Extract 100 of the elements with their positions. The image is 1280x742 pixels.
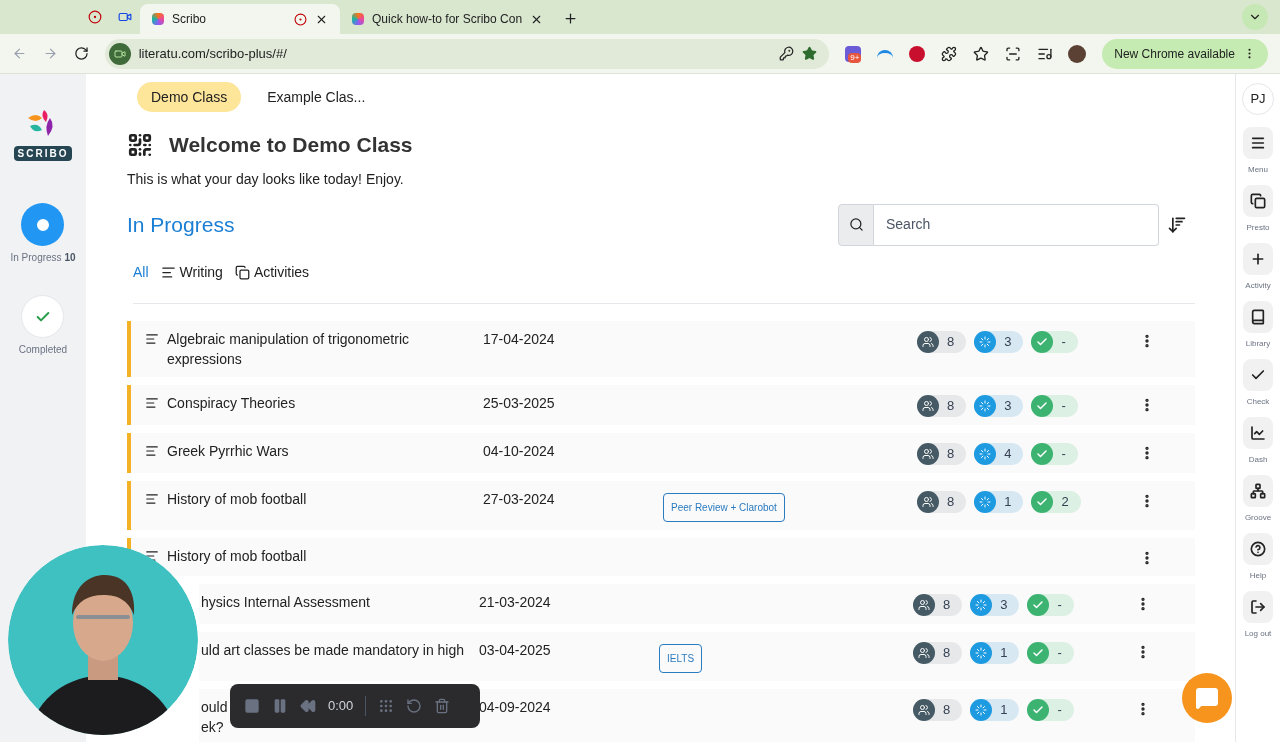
in-progress-pill: 3 [974, 394, 1024, 417]
lines-icon [145, 491, 159, 506]
search-field[interactable]: Search [874, 203, 1159, 246]
in-progress-pill: 1 [970, 698, 1020, 721]
assignment-row[interactable]: hysics Internal Assessment 21-03-2024 8 3 - [199, 583, 1195, 624]
nav-button[interactable] [21, 203, 65, 246]
students-icon [913, 698, 935, 721]
record-icon [294, 12, 307, 26]
students-icon [917, 330, 939, 353]
students-icon [917, 490, 939, 513]
completed-icon [1031, 394, 1054, 417]
in-progress-pill: 4 [974, 442, 1024, 465]
stop-icon[interactable] [244, 698, 260, 714]
book-icon [1250, 309, 1266, 325]
assignment-row[interactable]: Algebraic manipulation of trigonometric expressions 17-04-2024 8 3 - [127, 320, 1195, 377]
in-progress-icon [974, 394, 997, 417]
students-icon [917, 394, 939, 417]
completed-pill: - [1027, 698, 1074, 721]
in-progress-pill: 3 [974, 330, 1024, 353]
students-icon [917, 442, 939, 465]
profile-avatar[interactable] [1068, 44, 1087, 63]
completed-pill: - [1027, 593, 1074, 616]
assignment-row[interactable]: Conspiracy Theories 25-03-2025 8 3 - [127, 384, 1195, 425]
completed-pill: - [1031, 442, 1078, 465]
completed-icon [1027, 698, 1050, 721]
grid-icon[interactable] [378, 698, 395, 714]
recording-time: 0:00 [328, 697, 354, 716]
qr-code-icon[interactable] [127, 131, 153, 158]
students-pill: 8 [913, 698, 963, 721]
app-logo-icon [352, 13, 364, 25]
key-icon[interactable] [779, 46, 795, 61]
extension-icon[interactable]: 9+ [845, 45, 862, 62]
students-pill: 8 [917, 330, 967, 353]
page-subtitle: This is what your day looks like today! Enjoy. [127, 169, 405, 189]
assignment-title: History of mob football [167, 546, 307, 566]
lines-icon [160, 264, 176, 280]
lens-icon[interactable] [1004, 45, 1021, 62]
record-icon[interactable] [88, 10, 102, 24]
browser-tab[interactable]: Quick how-to for Scribo Con [340, 4, 556, 34]
assignment-row[interactable]: uld art classes be made mandatory in high 03-04-2025 IELTS 8 1 - [199, 631, 1195, 681]
copy-icon [1250, 193, 1266, 209]
completed-icon [1031, 490, 1054, 513]
students-pill: 8 [913, 641, 963, 664]
rewind-icon[interactable] [300, 698, 316, 714]
star-icon[interactable] [802, 46, 818, 61]
new-tab-icon[interactable] [563, 11, 579, 26]
assignment-title: Greek Pyrrhic Wars [167, 441, 289, 461]
lines-icon [145, 443, 159, 458]
browser-tab[interactable]: Scribo [140, 4, 340, 34]
due-date: 03-04-2025 [479, 641, 551, 658]
assignment-row[interactable]: Greek Pyrrhic Wars 04-10-2024 8 4 - [127, 432, 1195, 473]
due-date: 04-10-2024 [483, 442, 555, 459]
students-pill: 8 [917, 442, 967, 465]
plus-icon [1250, 251, 1266, 267]
lines-icon [145, 331, 159, 346]
completed-pill: - [1031, 394, 1078, 417]
reload-icon[interactable] [73, 46, 89, 61]
due-date: 17-04-2024 [483, 330, 555, 347]
lines-icon [145, 548, 159, 563]
completed-pill: - [1027, 641, 1074, 664]
restart-icon[interactable] [406, 698, 423, 714]
students-icon [913, 593, 935, 616]
assignment-tag: Peer Review + Clarobot [663, 492, 785, 522]
star-icon[interactable] [972, 45, 989, 62]
assignment-title: Conspiracy Theories [167, 393, 296, 413]
assignment-row[interactable]: History of mob football 27-03-2024 Peer Review + Clarobot 8 1 2 [127, 480, 1195, 530]
in-progress-icon [974, 330, 997, 353]
assignment-title: History of mob football [167, 489, 307, 509]
completed-icon [1027, 641, 1050, 664]
update-button[interactable]: New Chrome available [1102, 38, 1268, 69]
class-tab[interactable]: Example Clas... [253, 82, 380, 112]
help-icon [1250, 541, 1266, 557]
in-progress-pill: 1 [974, 490, 1024, 513]
students-pill: 8 [913, 593, 963, 616]
in-progress-icon [974, 442, 997, 465]
assignment-row[interactable]: History of mob football [127, 537, 1195, 576]
completed-icon [1031, 330, 1054, 353]
students-pill: 8 [917, 394, 967, 417]
network-icon [1250, 483, 1266, 499]
camera-icon [108, 42, 131, 65]
notification-badge: 9+ [848, 52, 862, 63]
filter-tab[interactable]: Writing [160, 261, 223, 283]
pause-icon[interactable] [272, 698, 288, 714]
filter-tab[interactable]: All [133, 261, 149, 283]
trash-icon[interactable] [434, 698, 451, 714]
search-icon [838, 203, 874, 246]
students-icon [913, 641, 935, 664]
grammar-icon[interactable] [909, 45, 925, 62]
filter-tab[interactable]: Activities [234, 261, 310, 283]
due-date: 25-03-2025 [483, 394, 555, 411]
puzzle-icon[interactable] [940, 45, 957, 62]
assignment-title: Algebraic manipulation of trigonometric expressions [167, 329, 410, 369]
class-tab[interactable]: Demo Class [137, 82, 242, 112]
address-bar[interactable]: literatu.com/scribo-plus/#/ [104, 38, 830, 69]
in-progress-icon [970, 698, 993, 721]
assignment-title: uld art classes be made mandatory in high [201, 640, 465, 660]
section-title: In Progress [127, 211, 235, 238]
completed-pill: 2 [1031, 490, 1081, 513]
app-logo-icon [152, 13, 164, 25]
in-progress-pill: 3 [970, 593, 1020, 616]
